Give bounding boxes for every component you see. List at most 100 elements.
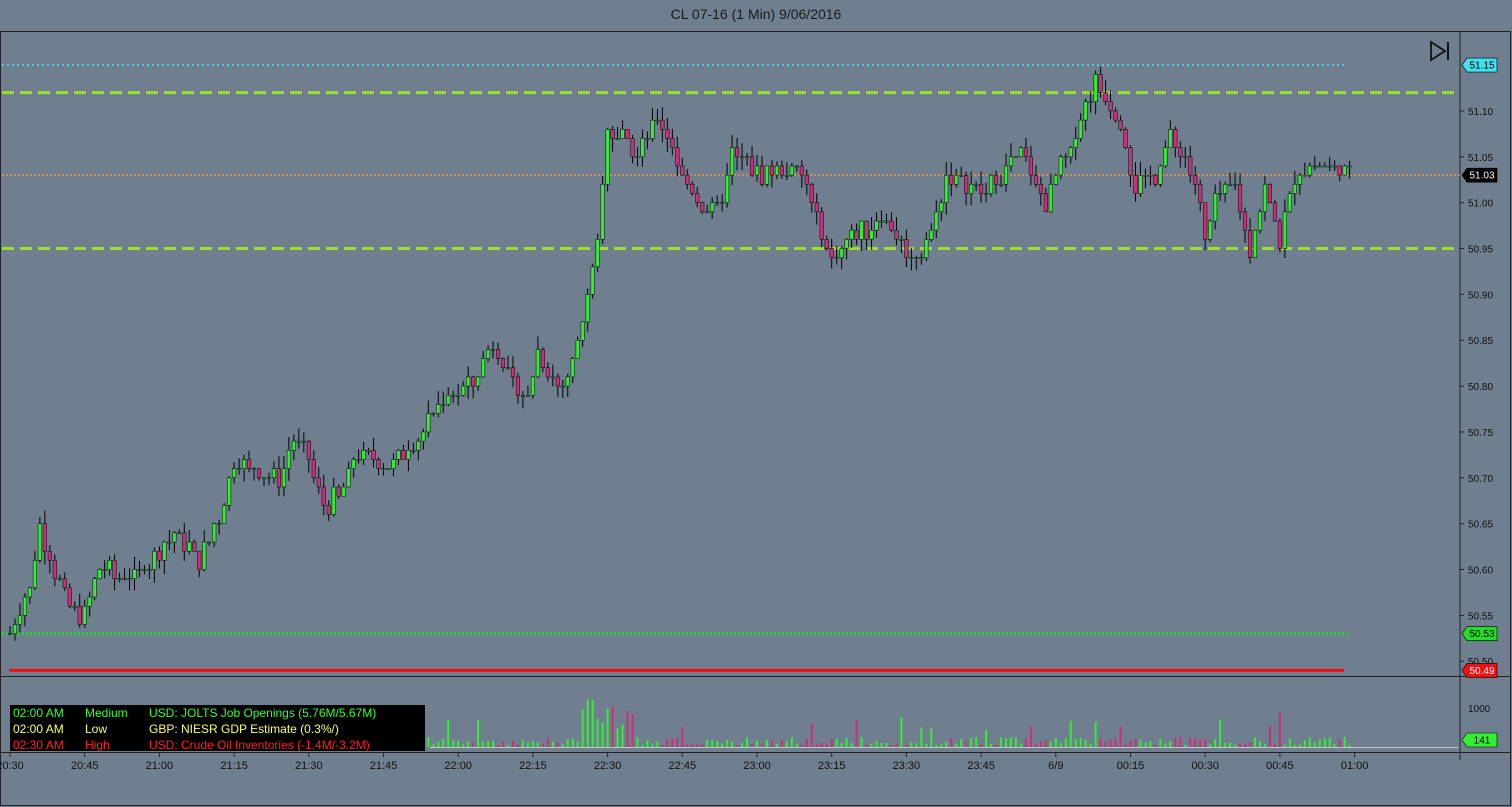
volume-bar [1258, 741, 1261, 747]
candle-body [192, 541, 197, 552]
candle-body [1053, 174, 1058, 185]
candle-body [789, 165, 794, 176]
volume-bar [1000, 737, 1003, 747]
volume-bar [1189, 737, 1192, 747]
candle-body [809, 184, 814, 203]
candle-body [1257, 211, 1263, 231]
volume-bar [591, 699, 594, 747]
volume-bar [432, 743, 435, 747]
volume-bar [1134, 738, 1137, 747]
time-tick-label: 6/9 [1048, 760, 1063, 772]
candle-body [67, 587, 72, 607]
volume-bar [960, 738, 963, 747]
candle-body [749, 156, 755, 176]
volume-bar [815, 743, 818, 747]
candle-body [779, 165, 784, 176]
candle-body [794, 165, 799, 168]
volume-bar [1084, 739, 1087, 747]
volume-bar [1024, 737, 1027, 747]
candle-body [924, 239, 929, 258]
candle-body [1068, 147, 1073, 158]
candle-body [570, 358, 575, 378]
price-tick-label: 51.00 [1468, 199, 1493, 210]
candle-body [680, 165, 685, 176]
volume-bar [1109, 739, 1112, 747]
volume-bar [641, 744, 644, 747]
news-row[interactable]: 02:00 AM Medium USD: JOLTS Job Openings … [10, 705, 425, 721]
volume-bar [1159, 738, 1162, 747]
news-event: USD: Crude Oil Inventories (-1.4M/-3.2M) [149, 738, 370, 751]
volume-bar [726, 739, 729, 747]
candle-body [147, 569, 152, 571]
candle-body [1238, 184, 1243, 213]
volume-bar [447, 720, 450, 747]
volume-bar [975, 737, 978, 747]
candle-body [1133, 174, 1138, 194]
candle-body [934, 211, 939, 231]
candle-body [1098, 74, 1103, 93]
candle-body [929, 229, 934, 240]
skip-forward-icon[interactable] [1428, 40, 1452, 62]
candle-body [281, 468, 286, 488]
candle-body [47, 550, 52, 561]
price-tick-label: 50.90 [1468, 290, 1493, 301]
volume-bar [646, 740, 649, 747]
volume-bar [1034, 743, 1037, 747]
candle-body [595, 239, 600, 268]
volume-bar [731, 741, 734, 747]
volume-bar [760, 743, 763, 747]
candle-body [1223, 184, 1228, 194]
candle-body [1018, 147, 1023, 158]
candle-body [550, 376, 555, 379]
candle-body [1038, 184, 1043, 194]
candle-body [162, 541, 167, 561]
volume-bar [521, 740, 524, 747]
volume-bar [1064, 738, 1067, 747]
candle-body [1183, 156, 1188, 159]
candle-body [660, 119, 665, 130]
candle-body [560, 385, 565, 388]
news-row[interactable]: 02:30 AM High USD: Crude Oil Inventories… [10, 737, 425, 751]
volume-bar [1074, 738, 1077, 747]
candle-body [675, 147, 680, 167]
time-tick-label: 22:00 [444, 760, 472, 772]
candle-body [446, 395, 451, 405]
price-badge: 51.15 [1461, 57, 1498, 73]
candle-body [137, 569, 142, 571]
volume-bar [765, 740, 768, 747]
candle-body [954, 174, 959, 185]
candle-body [127, 578, 132, 580]
candle-body [715, 202, 720, 204]
candle-body [1158, 165, 1163, 185]
candle-body [500, 358, 506, 369]
volume-bar [1318, 739, 1321, 747]
candle-body [605, 129, 610, 185]
candle-body [700, 202, 705, 213]
candle-body [1043, 193, 1048, 213]
candle-body [555, 376, 560, 387]
candle-body [1168, 129, 1173, 148]
volume-bar [1029, 726, 1032, 747]
chart-frame [0, 31, 1511, 806]
candle-body [321, 486, 326, 506]
volume-bar [581, 709, 584, 747]
price-badge: 51.03 [1461, 167, 1498, 183]
volume-bar [1019, 743, 1022, 747]
news-row[interactable]: 02:00 AM Low GBP: NIESR GDP Estimate (0.… [10, 721, 425, 737]
candle-body [829, 248, 834, 258]
candle-body [839, 248, 844, 258]
candle-body [993, 174, 999, 185]
candle-body [346, 468, 351, 488]
candle-body [301, 440, 306, 443]
volume-bar [840, 742, 843, 747]
volume-bar [756, 740, 758, 747]
volume-bar [890, 744, 893, 747]
candle-body [1242, 211, 1248, 231]
candle-body [232, 468, 237, 479]
candle-body [1247, 229, 1253, 258]
volume-bar [1209, 744, 1212, 747]
candle-body [202, 541, 207, 570]
candle-body [406, 450, 411, 460]
candle-body [879, 220, 884, 223]
volume-badge-label: 141 [1474, 736, 1491, 747]
